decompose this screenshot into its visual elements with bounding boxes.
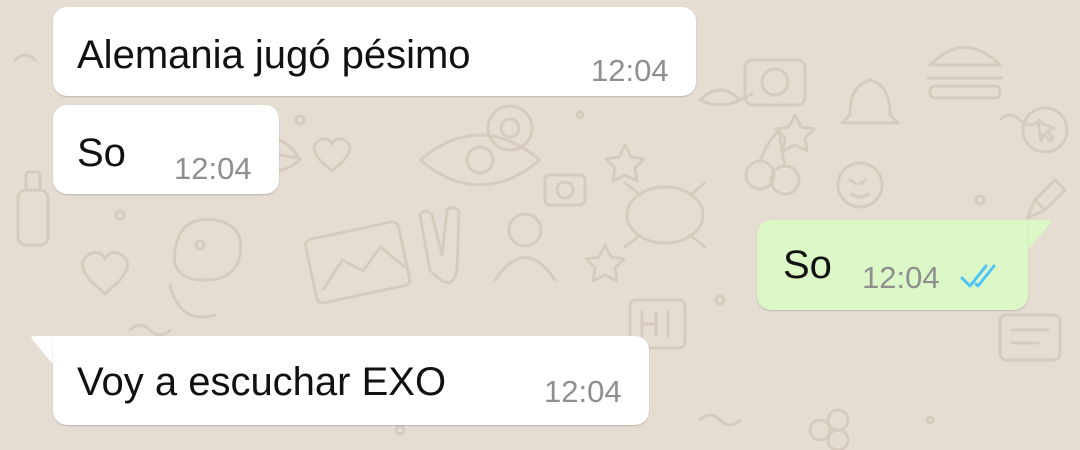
message-text: So bbox=[783, 243, 832, 287]
message-text: So bbox=[77, 131, 126, 175]
message-time: 12:04 bbox=[862, 260, 940, 295]
double-check-icon bbox=[960, 264, 996, 288]
outgoing-message-bubble[interactable]: So 12:04 bbox=[757, 220, 1028, 310]
message-text: Voy a escuchar EXO bbox=[77, 360, 447, 404]
incoming-message-bubble[interactable]: Voy a escuchar EXO 12:04 bbox=[53, 336, 649, 425]
incoming-message-bubble[interactable]: Alemania jugó pésimo 12:04 bbox=[53, 7, 696, 96]
message-time: 12:04 bbox=[174, 151, 252, 186]
message-time: 12:04 bbox=[544, 374, 622, 409]
message-text: Alemania jugó pésimo bbox=[77, 33, 471, 77]
incoming-message-bubble[interactable]: So 12:04 bbox=[53, 105, 279, 194]
message-time: 12:04 bbox=[591, 53, 669, 88]
